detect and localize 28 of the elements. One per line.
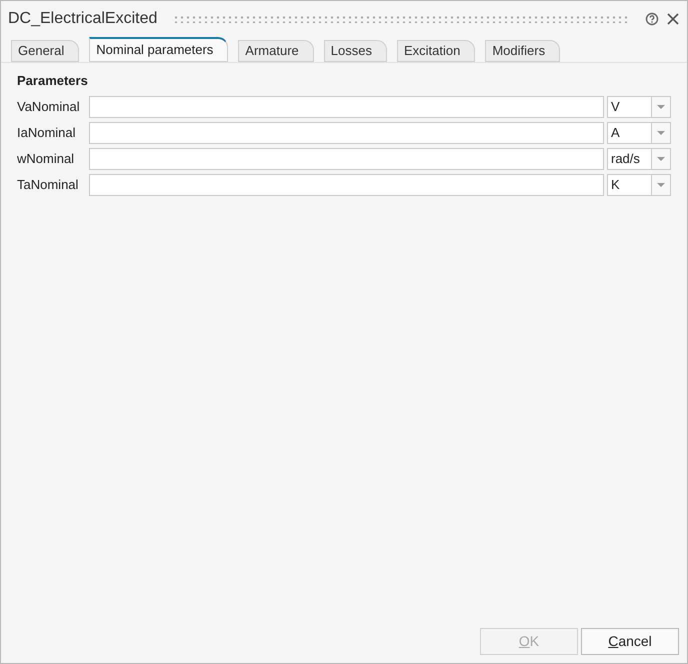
parameter-label: VaNominal: [17, 98, 81, 116]
parameter-label: IaNominal: [17, 124, 77, 142]
unit-dropdown[interactable]: V: [607, 96, 671, 118]
value-field[interactable]: [89, 122, 604, 144]
window-title: DC_ElectricalExcited: [8, 9, 158, 29]
section-heading: Parameters: [17, 72, 89, 90]
caret-icon: [657, 156, 665, 162]
value-field[interactable]: [89, 148, 604, 170]
caret-icon: [657, 130, 665, 136]
tab[interactable]: Modifiers: [485, 40, 560, 62]
caret-icon: [657, 104, 665, 110]
tab[interactable]: Nominal parameters: [89, 37, 228, 62]
tab[interactable]: General: [11, 40, 80, 62]
caret-icon: [657, 182, 665, 188]
value-field[interactable]: [89, 96, 604, 118]
dialog-button[interactable]: Cancel: [581, 628, 679, 655]
drag-handle-icon[interactable]: [173, 15, 629, 23]
tab[interactable]: Excitation: [396, 40, 476, 62]
parameter-label: TaNominal: [17, 176, 80, 194]
parameter-label: wNominal: [17, 150, 76, 168]
unit-dropdown[interactable]: rad/s: [607, 148, 671, 170]
close-icon[interactable]: [667, 13, 679, 25]
tab[interactable]: Armature: [238, 40, 314, 62]
help-icon[interactable]: [645, 12, 659, 26]
tab[interactable]: Losses: [324, 40, 387, 62]
value-field[interactable]: [89, 174, 604, 196]
unit-dropdown[interactable]: A: [607, 122, 671, 144]
unit-dropdown[interactable]: K: [607, 174, 671, 196]
